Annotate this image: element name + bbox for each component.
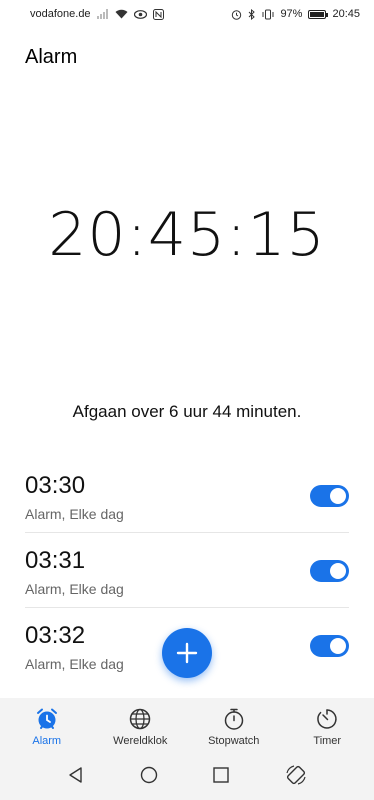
page-title: Alarm: [25, 46, 78, 68]
alarm-subtitle: Alarm, Elke dag: [25, 656, 124, 672]
tab-timer[interactable]: Timer: [281, 698, 374, 754]
status-right: 97% 20:45: [231, 8, 360, 20]
alarm-time: 03:32: [25, 622, 86, 649]
tab-wereldklok[interactable]: Wereldklok: [94, 698, 188, 754]
vibrate-icon: [262, 9, 274, 20]
next-alarm-text: Afgaan over 6 uur 44 minuten.: [72, 402, 302, 421]
alarm-item[interactable]: 03:31 Alarm, Elke dag: [25, 533, 349, 608]
tab-label: Stopwatch: [208, 735, 260, 747]
nfc-icon: [152, 8, 164, 20]
alarm-status-icon: [231, 9, 242, 20]
alarm-clock-icon: [36, 708, 57, 729]
home-circle-icon: [140, 766, 157, 783]
globe-icon: [130, 708, 151, 730]
home-button[interactable]: [140, 766, 158, 789]
recents-square-icon: [213, 766, 229, 783]
toggle-knob: [330, 488, 346, 504]
signal-icon: [96, 9, 109, 19]
toggle-knob: [330, 563, 346, 579]
battery-percent: 97%: [280, 8, 303, 20]
bluetooth-icon: [248, 8, 256, 20]
back-triangle-icon: [69, 766, 82, 783]
add-alarm-button[interactable]: [162, 628, 212, 678]
tab-label: Alarm: [32, 735, 62, 747]
plus-icon: [176, 642, 198, 664]
alarm-toggle[interactable]: [310, 560, 349, 582]
status-bar: vodafone.de 97% 20:45: [0, 0, 374, 28]
carrier-label: vodafone.de: [30, 8, 91, 20]
alarm-time: 03:30: [25, 472, 86, 499]
rotate-screen-button[interactable]: [285, 764, 307, 791]
alarm-toggle[interactable]: [310, 485, 349, 507]
battery-fill: [310, 11, 325, 17]
status-left: vodafone.de: [30, 8, 164, 20]
tab-label: Timer: [313, 735, 342, 747]
system-nav-bar: [0, 754, 374, 800]
timer-icon: [317, 709, 337, 729]
rotate-icon: [286, 764, 306, 785]
digital-clock: 20:45:15: [48, 200, 326, 270]
tab-alarm[interactable]: Alarm: [0, 698, 94, 754]
wifi-icon: [115, 9, 128, 19]
alarm-toggle[interactable]: [310, 635, 349, 657]
bottom-tab-bar: Alarm Wereldklok Stopwatch Timer: [0, 698, 374, 754]
alarm-subtitle: Alarm, Elke dag: [25, 581, 124, 597]
tab-label: Wereldklok: [113, 735, 168, 747]
alarm-item[interactable]: 03:30 Alarm, Elke dag: [25, 458, 349, 533]
status-time: 20:45: [332, 8, 360, 20]
toggle-knob: [330, 638, 346, 654]
stopwatch-icon: [224, 708, 243, 730]
tab-stopwatch[interactable]: Stopwatch: [187, 698, 281, 754]
alarm-subtitle: Alarm, Elke dag: [25, 506, 124, 522]
back-button[interactable]: [67, 766, 85, 789]
recents-button[interactable]: [212, 766, 230, 789]
battery-icon: [308, 9, 329, 19]
alarm-time: 03:31: [25, 547, 86, 574]
eye-icon: [133, 9, 147, 19]
